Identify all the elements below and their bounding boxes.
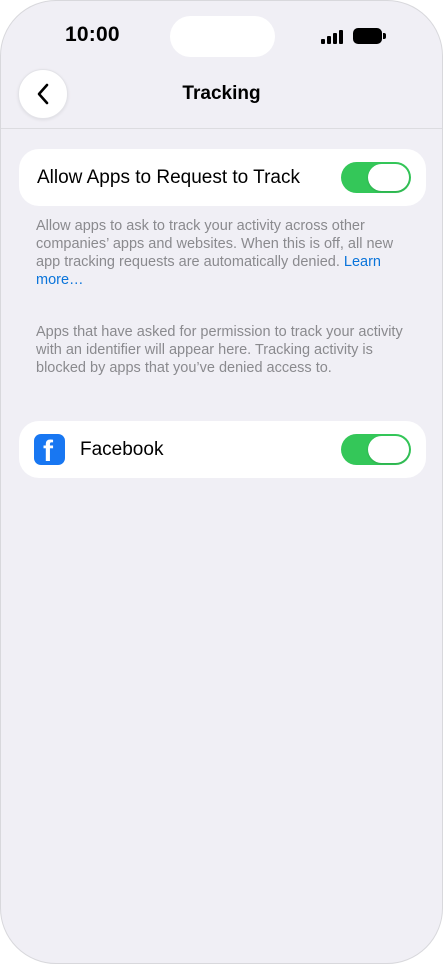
phone-screen: 10:00 Tracking Allow Apps to Request to … xyxy=(0,0,443,964)
app-row-facebook: f Facebook xyxy=(19,421,426,478)
allow-tracking-row: Allow Apps to Request to Track xyxy=(19,149,426,206)
navigation-bar: Tracking xyxy=(1,67,442,129)
facebook-tracking-toggle[interactable] xyxy=(341,434,411,465)
dynamic-island xyxy=(170,16,275,57)
allow-tracking-description: Allow apps to ask to track your activity… xyxy=(36,217,406,289)
status-bar: 10:00 xyxy=(1,1,442,71)
allow-tracking-toggle[interactable] xyxy=(341,162,411,193)
status-time: 10:00 xyxy=(65,23,120,46)
app-name-facebook: Facebook xyxy=(80,439,164,460)
page-title: Tracking xyxy=(182,83,261,104)
battery-icon xyxy=(353,28,387,44)
allow-tracking-description-text: Allow apps to ask to track your activity… xyxy=(36,218,394,270)
toggle-knob xyxy=(368,164,409,191)
apps-section-description: Apps that have asked for permission to t… xyxy=(36,324,403,376)
nav-divider xyxy=(1,128,442,129)
cellular-signal-icon xyxy=(321,30,343,44)
facebook-icon: f xyxy=(34,434,65,465)
toggle-knob xyxy=(368,436,409,463)
allow-tracking-label: Allow Apps to Request to Track xyxy=(37,167,300,188)
